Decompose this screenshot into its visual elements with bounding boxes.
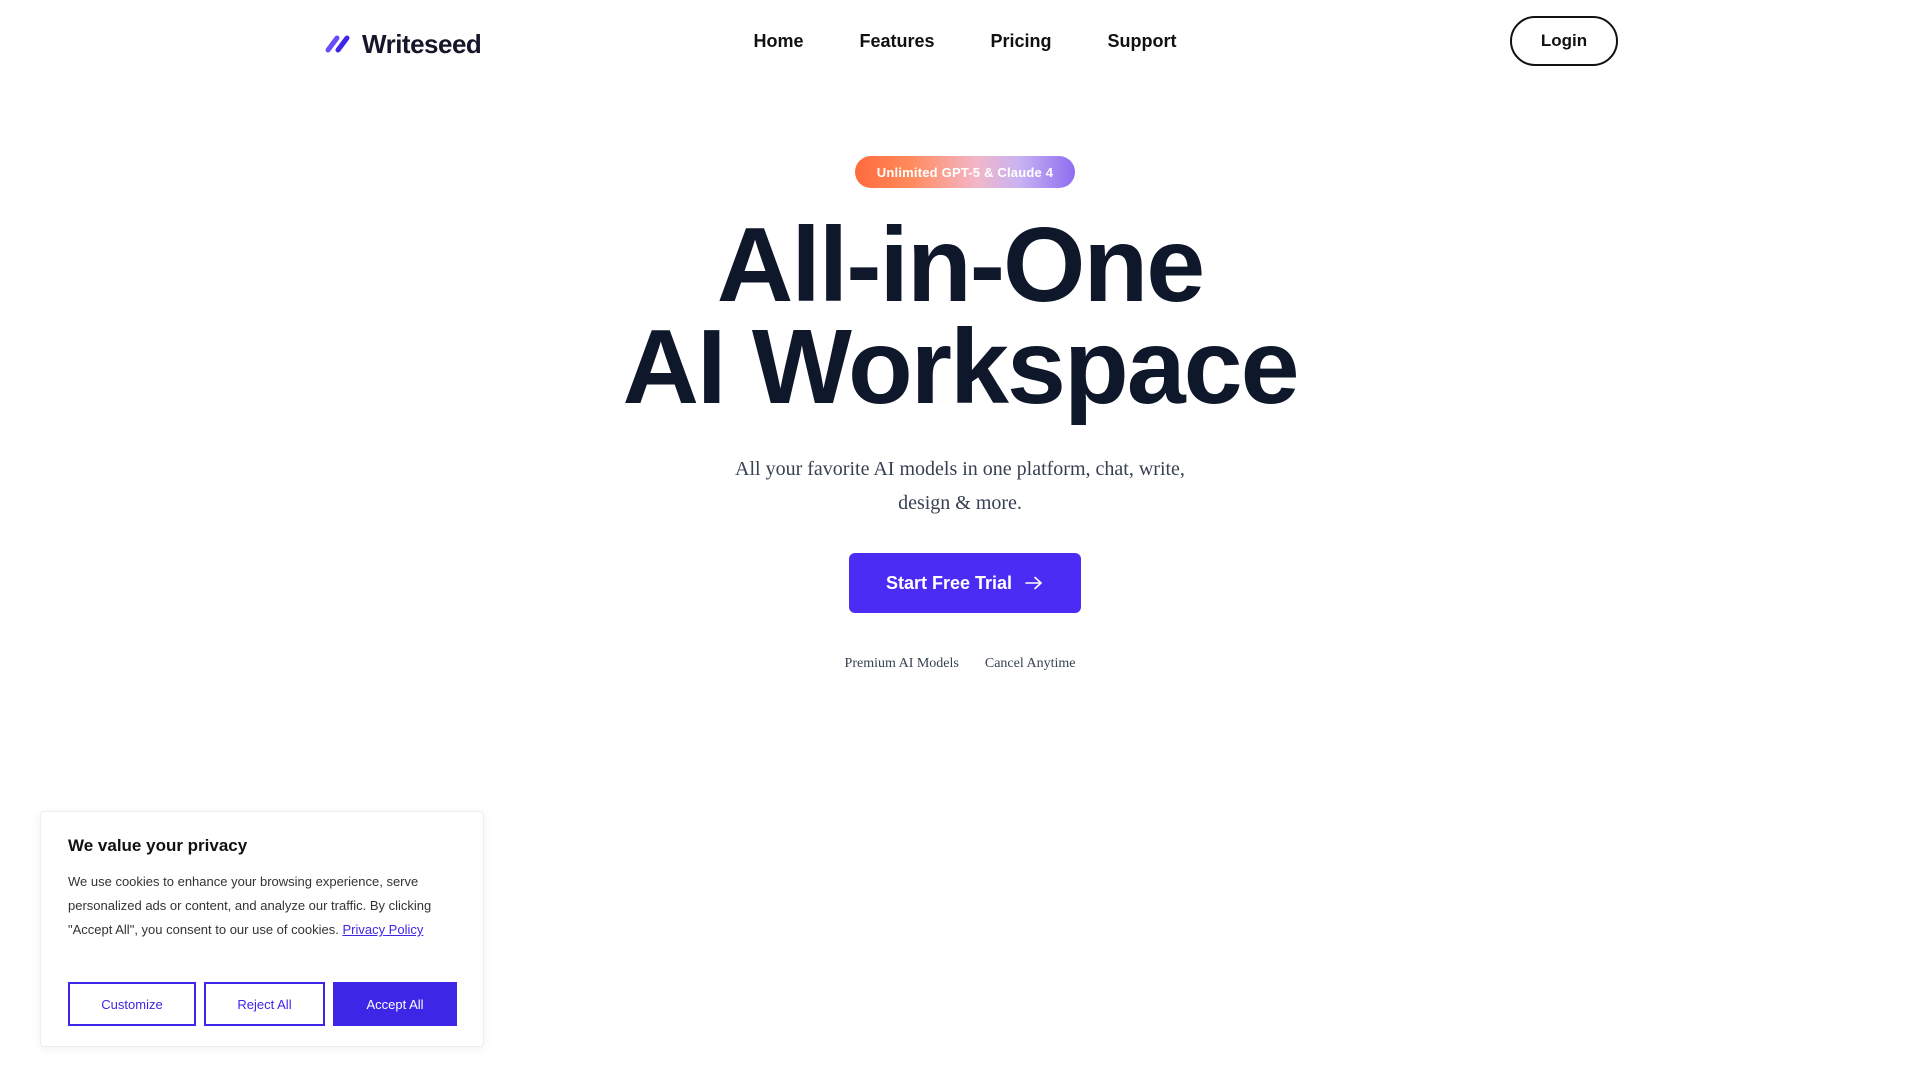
feature-item: Premium AI Models <box>844 656 959 671</box>
main-nav: Home Features Pricing Support <box>0 28 1920 54</box>
nav-features[interactable]: Features <box>859 28 934 54</box>
start-free-trial-label: Start Free Trial <box>885 572 1013 593</box>
privacy-policy-link[interactable]: Privacy Policy <box>342 922 423 937</box>
main-nav-links: Home Features Pricing Support <box>753 28 1176 54</box>
hero-subtitle: All your favorite AI models in one platf… <box>0 452 1920 520</box>
hero-title: All-in-One AI Workspace <box>0 206 1920 426</box>
cookie-banner-title: We value your privacy <box>68 836 248 855</box>
nav-support[interactable]: Support <box>1108 28 1177 54</box>
hero-features: Premium AI Models Cancel Anytime <box>0 656 1920 672</box>
nav-pricing[interactable]: Pricing <box>991 28 1052 54</box>
hero-title-line-2: AI Workspace <box>622 308 1299 426</box>
nav-home[interactable]: Home <box>753 28 803 54</box>
customize-button[interactable]: Customize <box>68 982 196 1026</box>
hero-title-line-1: All-in-One <box>716 206 1205 324</box>
logo-text: Writeseed <box>362 28 482 59</box>
cookie-banner-actions: Customize Reject All Accept All <box>68 982 457 1026</box>
feature-item: Cancel Anytime <box>984 656 1076 671</box>
accept-all-button[interactable]: Accept All <box>333 982 457 1026</box>
logo-link[interactable]: Writeseed <box>324 26 482 62</box>
login-button[interactable]: Login <box>1510 16 1618 66</box>
cookie-banner-text: We use cookies to enhance your browsing … <box>68 870 464 942</box>
hero-subtitle-line-1: All your favorite AI models in one platf… <box>735 458 1185 480</box>
page: Writeseed Home Features Pricing Support … <box>0 0 1920 1080</box>
hero-subtitle-line-2: design & more. <box>898 492 1022 514</box>
model-badge: Unlimited GPT-5 & Claude 4 <box>855 156 1075 188</box>
cookie-banner: We value your privacy We use cookies to … <box>40 811 484 1047</box>
reject-all-button[interactable]: Reject All <box>204 982 325 1026</box>
site-header: Writeseed Home Features Pricing Support … <box>0 0 1920 84</box>
arrow-right-icon <box>1025 576 1042 590</box>
start-free-trial-button[interactable]: Start Free Trial <box>849 553 1081 613</box>
writeseed-slash-logo-icon <box>325 35 350 53</box>
